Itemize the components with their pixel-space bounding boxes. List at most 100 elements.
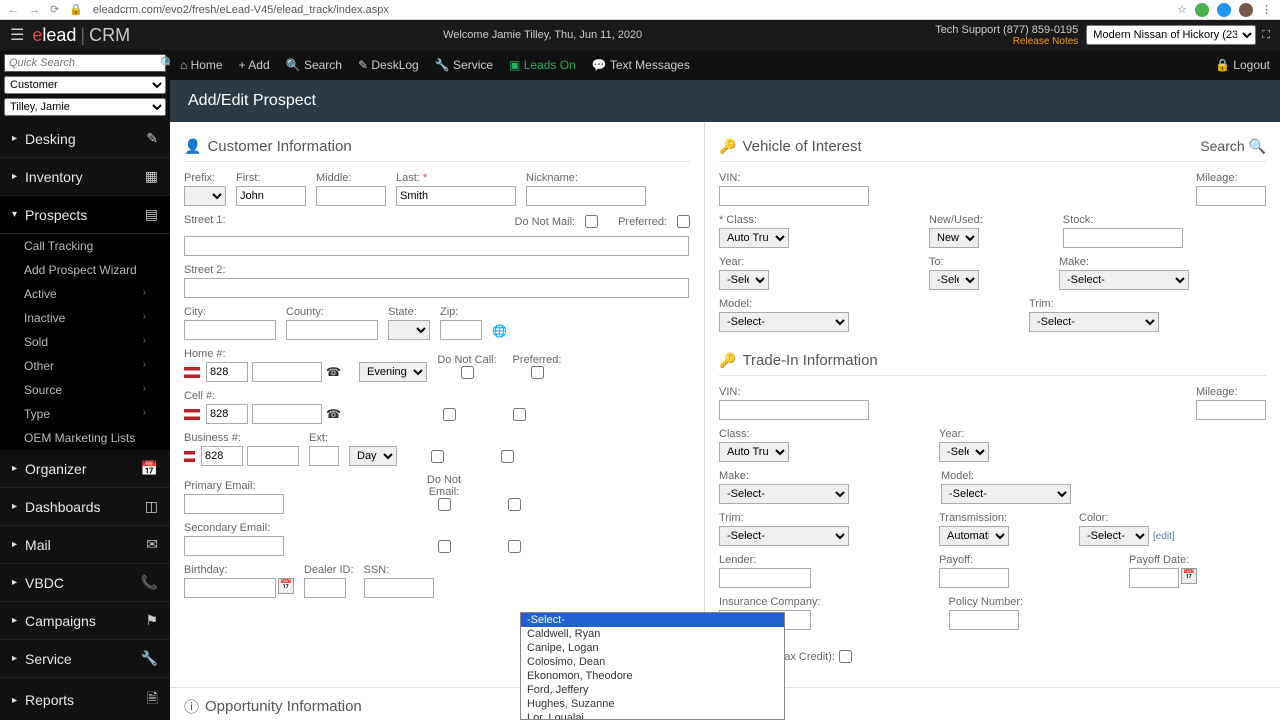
nav-reports[interactable]: ▸Reports🗎: [0, 678, 170, 720]
menu-logout[interactable]: 🔒 Logout: [1215, 58, 1270, 72]
dd-opt[interactable]: Canipe, Logan: [521, 641, 784, 655]
trade-model[interactable]: -Select-: [941, 484, 1071, 504]
trade-vin[interactable]: [719, 400, 869, 420]
voi-stock[interactable]: [1063, 228, 1183, 248]
street1-input[interactable]: [184, 236, 689, 256]
subnav-source[interactable]: Source›: [0, 378, 170, 402]
bus-num[interactable]: [247, 446, 299, 466]
dd-opt-select[interactable]: -Select-: [521, 613, 784, 627]
prefix-select[interactable]: [184, 186, 226, 206]
subnav-inactive[interactable]: Inactive›: [0, 306, 170, 330]
subnav-call-tracking[interactable]: Call Tracking: [0, 234, 170, 258]
sidebar-customer-select[interactable]: Customer: [4, 76, 166, 94]
evening-select[interactable]: Evening: [359, 362, 427, 382]
trade-make[interactable]: -Select-: [719, 484, 849, 504]
menu-search[interactable]: 🔍 Search: [286, 58, 342, 72]
subnav-sold[interactable]: Sold›: [0, 330, 170, 354]
menu-service[interactable]: 🔧 Service: [435, 58, 493, 72]
dd-opt[interactable]: Ford, Jeffery: [521, 683, 784, 697]
menu-home[interactable]: ⌂ Home: [180, 58, 223, 72]
subnav-other[interactable]: Other›: [0, 354, 170, 378]
pref-bus[interactable]: [501, 450, 514, 463]
menu-leads[interactable]: ▣ Leads On: [509, 58, 576, 72]
leased-cb[interactable]: [839, 650, 852, 663]
url-bar[interactable]: eleadcrm.com/evo2/fresh/eLead-V45/elead_…: [93, 4, 1167, 16]
voi-trim[interactable]: -Select-: [1029, 312, 1159, 332]
subnav-add-prospect[interactable]: Add Prospect Wizard: [0, 258, 170, 282]
dne-s[interactable]: [438, 540, 451, 553]
subnav-oem[interactable]: OEM Marketing Lists: [0, 426, 170, 450]
middle-input[interactable]: [316, 186, 386, 206]
avatar[interactable]: [1239, 3, 1253, 17]
zip-input[interactable]: [440, 320, 482, 340]
trade-class[interactable]: Auto Truck: [719, 442, 789, 462]
dealer-input[interactable]: [304, 578, 346, 598]
release-notes[interactable]: Release Notes: [935, 36, 1078, 47]
voi-newused[interactable]: New: [929, 228, 979, 248]
dne-p[interactable]: [438, 498, 451, 511]
nav-prospects[interactable]: ▾Prospects▤: [0, 196, 170, 234]
dnc-bus[interactable]: [431, 450, 444, 463]
quick-search-input[interactable]: [5, 55, 156, 71]
back-icon[interactable]: ←: [8, 4, 19, 16]
ext-icon-1[interactable]: [1195, 3, 1209, 17]
voi-search[interactable]: Search 🔍: [1200, 138, 1266, 155]
star-icon[interactable]: ☆: [1177, 3, 1187, 16]
ext-input[interactable]: [309, 446, 339, 466]
voi-to[interactable]: -Select-: [929, 270, 979, 290]
policy-input[interactable]: [949, 610, 1019, 630]
nav-organizer[interactable]: ▸Organizer📅: [0, 450, 170, 488]
city-input[interactable]: [184, 320, 276, 340]
calendar-icon[interactable]: 📅: [278, 578, 294, 594]
home-num[interactable]: [252, 362, 322, 382]
menu-text[interactable]: 💬 Text Messages: [592, 58, 690, 72]
payoff-input[interactable]: [939, 568, 1009, 588]
nav-inventory[interactable]: ▸Inventory▦: [0, 158, 170, 196]
street2-input[interactable]: [184, 278, 689, 298]
bus-area[interactable]: [201, 446, 243, 466]
expand-icon[interactable]: ⛶: [1262, 29, 1270, 42]
dnc-home[interactable]: [461, 366, 474, 379]
pref-pemail[interactable]: [508, 498, 521, 511]
pref-cell[interactable]: [513, 408, 526, 421]
dd-opt[interactable]: Lor, Loualai: [521, 711, 784, 720]
voi-class[interactable]: Auto Truck: [719, 228, 789, 248]
search-icon[interactable]: 🔍: [156, 56, 170, 70]
cell-num[interactable]: [252, 404, 322, 424]
phone-ico[interactable]: ☎: [326, 407, 341, 421]
trade-year[interactable]: -Select-: [939, 442, 989, 462]
dealer-select[interactable]: Modern Nissan of Hickory (23116): [1086, 25, 1256, 45]
first-input[interactable]: [236, 186, 306, 206]
reload-icon[interactable]: ⟳: [50, 3, 59, 16]
trade-trans[interactable]: Automatic: [939, 526, 1009, 546]
county-input[interactable]: [286, 320, 378, 340]
voi-mileage[interactable]: [1196, 186, 1266, 206]
salesperson-dropdown[interactable]: -Select- Caldwell, Ryan Canipe, Logan Co…: [520, 612, 785, 720]
pref-home[interactable]: [531, 366, 544, 379]
ssn-input[interactable]: [364, 578, 434, 598]
menu-add[interactable]: + Add: [239, 58, 270, 72]
voi-model[interactable]: -Select-: [719, 312, 849, 332]
voi-year[interactable]: -Select-: [719, 270, 769, 290]
menu-desklog[interactable]: ✎ DeskLog: [358, 58, 419, 72]
dd-opt[interactable]: Ekonomon, Theodore: [521, 669, 784, 683]
day-select[interactable]: Day: [349, 446, 397, 466]
state-select[interactable]: [388, 320, 430, 340]
nav-desking[interactable]: ▸Desking✎: [0, 120, 170, 158]
lender-input[interactable]: [719, 568, 811, 588]
calendar-icon[interactable]: 📅: [1181, 568, 1197, 584]
dd-opt[interactable]: Colosimo, Dean: [521, 655, 784, 669]
hamburger-icon[interactable]: ☰: [10, 25, 24, 45]
semail-input[interactable]: [184, 536, 284, 556]
forward-icon[interactable]: →: [29, 4, 40, 16]
home-area[interactable]: [206, 362, 248, 382]
bday-input[interactable]: [184, 578, 276, 598]
edit-link[interactable]: [edit]: [1153, 531, 1175, 542]
dnm-cb[interactable]: [585, 215, 598, 228]
trade-color[interactable]: -Select-: [1079, 526, 1149, 546]
sidebar-person-select[interactable]: Tilley, Jamie: [4, 98, 166, 116]
pemail-input[interactable]: [184, 494, 284, 514]
pref-cb[interactable]: [677, 215, 690, 228]
dd-opt[interactable]: Hughes, Suzanne: [521, 697, 784, 711]
last-input[interactable]: [396, 186, 516, 206]
